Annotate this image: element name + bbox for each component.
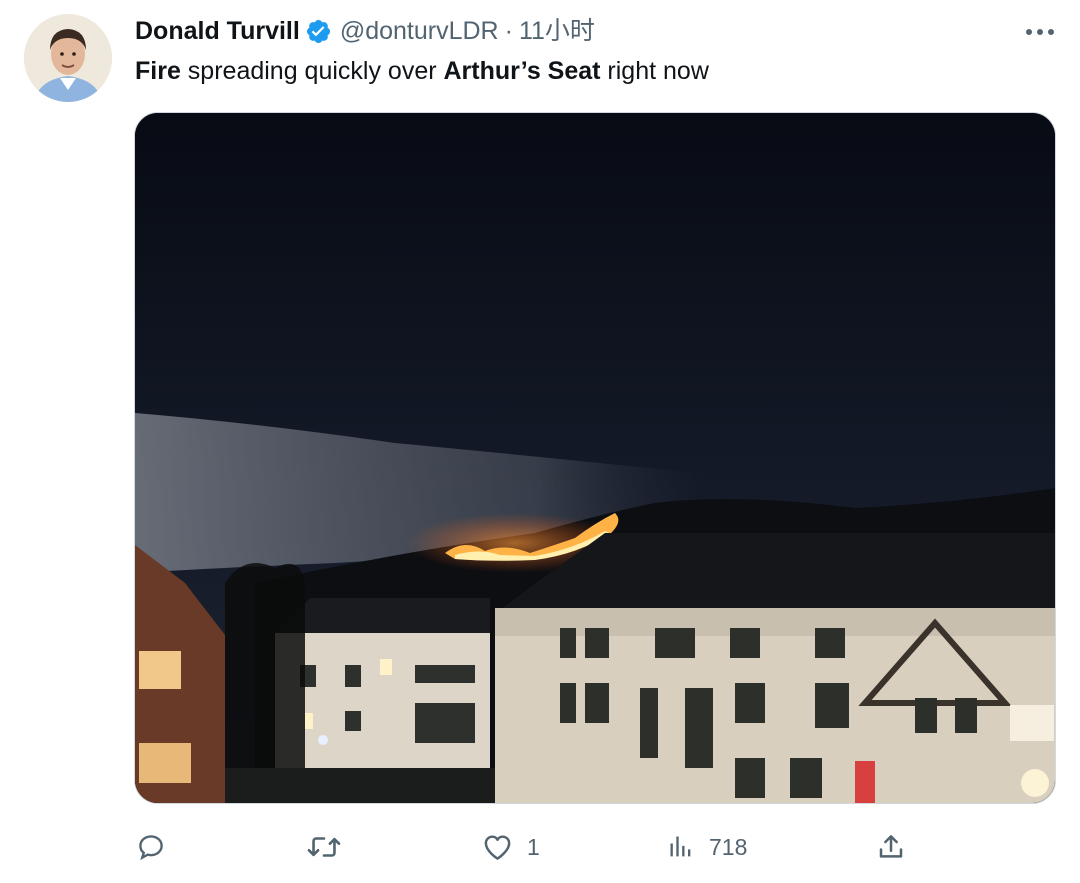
more-dots-icon [1026, 29, 1054, 35]
tweet-header: Donald Turvill @donturvLDR · 11小时 [135, 14, 595, 48]
retweet-button[interactable] [307, 822, 355, 872]
person-avatar-icon [24, 14, 112, 102]
reply-icon [139, 835, 163, 861]
avatar[interactable] [24, 14, 112, 102]
views-count: 718 [709, 833, 748, 860]
more-options-button[interactable] [1020, 18, 1060, 46]
night-fire-photo [135, 113, 1055, 803]
share-button[interactable] [876, 822, 920, 872]
views-button[interactable]: 718 [667, 822, 747, 872]
tweet-text-bold-fire: Fire [135, 57, 181, 85]
verified-badge-icon[interactable] [305, 18, 332, 45]
share-icon [879, 835, 903, 858]
post-time[interactable]: 11小时 [519, 14, 595, 48]
views-icon [670, 836, 691, 857]
tweet-text: Fire spreading quickly over Arthur’s Sea… [135, 54, 709, 88]
tweet-photo[interactable] [134, 112, 1056, 804]
separator-dot: · [504, 17, 513, 45]
like-count: 1 [527, 833, 540, 860]
tweet-text-segment: spreading quickly over [180, 57, 444, 85]
like-button[interactable]: 1 [482, 822, 540, 872]
display-name[interactable]: Donald Turvill [135, 14, 300, 48]
tweet-action-bar: 1 718 [0, 822, 1080, 872]
author-handle[interactable]: @donturvLDR [340, 14, 499, 48]
reply-button[interactable] [136, 822, 180, 872]
retweet-icon [307, 837, 341, 857]
tweet-text-bold-place: Arthur’s Seat [443, 57, 601, 85]
heart-icon [484, 835, 511, 860]
tweet-text-segment-end: right now [600, 57, 709, 85]
